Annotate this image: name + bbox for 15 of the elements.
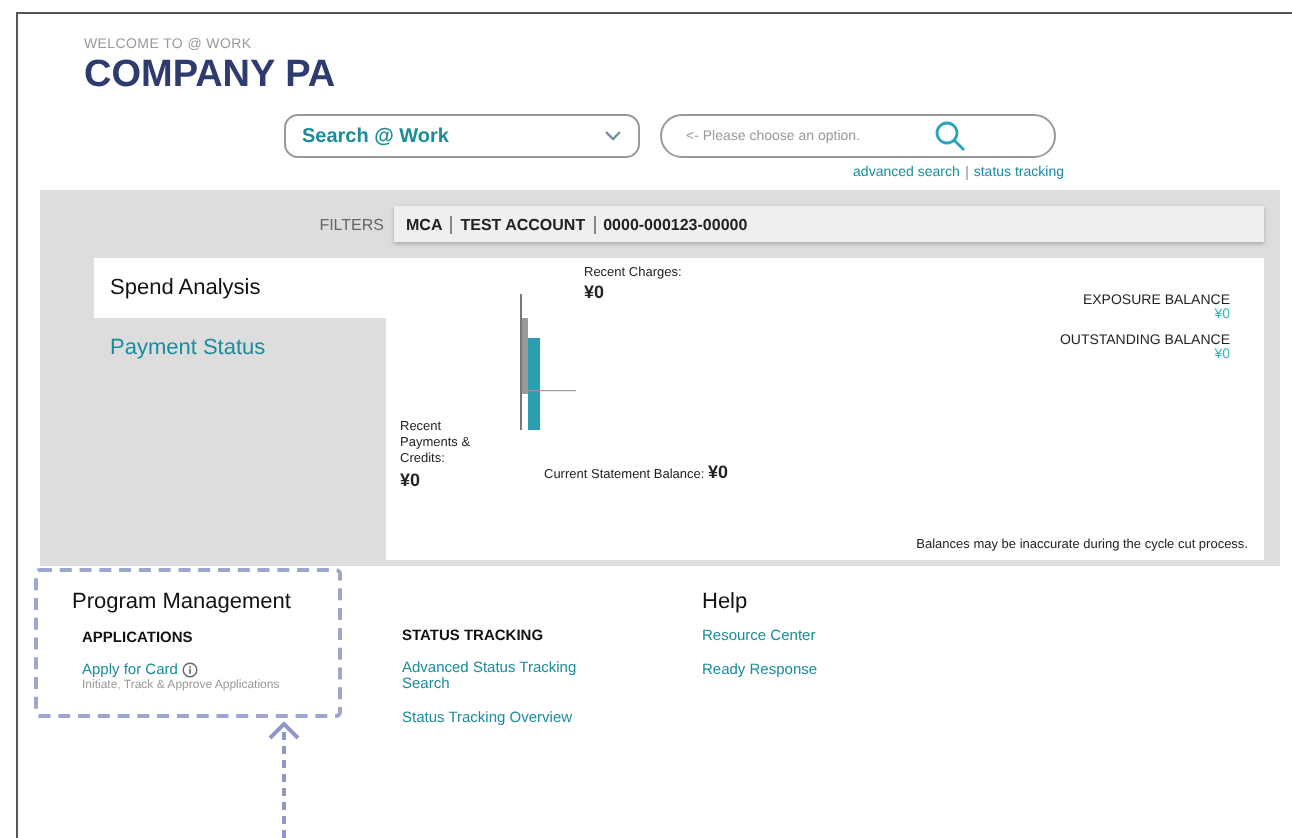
filters-label: FILTERS [317, 215, 384, 233]
chevron-down-icon [604, 130, 622, 142]
bar-chart-drawing [516, 294, 576, 430]
filters-field[interactable]: MCA TEST ACCOUNT 0000-000123-00000 [394, 206, 1264, 242]
search-icon[interactable] [934, 120, 966, 152]
section-title: Program Management [70, 590, 293, 614]
tab[interactable]: Payment Status [94, 318, 386, 378]
company-title: COMPANY PA [84, 54, 338, 98]
info-icon[interactable] [181, 662, 198, 678]
tab[interactable]: Spend Analysis [94, 258, 386, 318]
annotation-arrow [264, 718, 304, 838]
charges-value: ¥0 [584, 282, 607, 302]
scope-select[interactable]: Search @ Work [284, 114, 640, 158]
payments-value: ¥0 [400, 470, 423, 493]
section-title: Help [702, 590, 750, 614]
